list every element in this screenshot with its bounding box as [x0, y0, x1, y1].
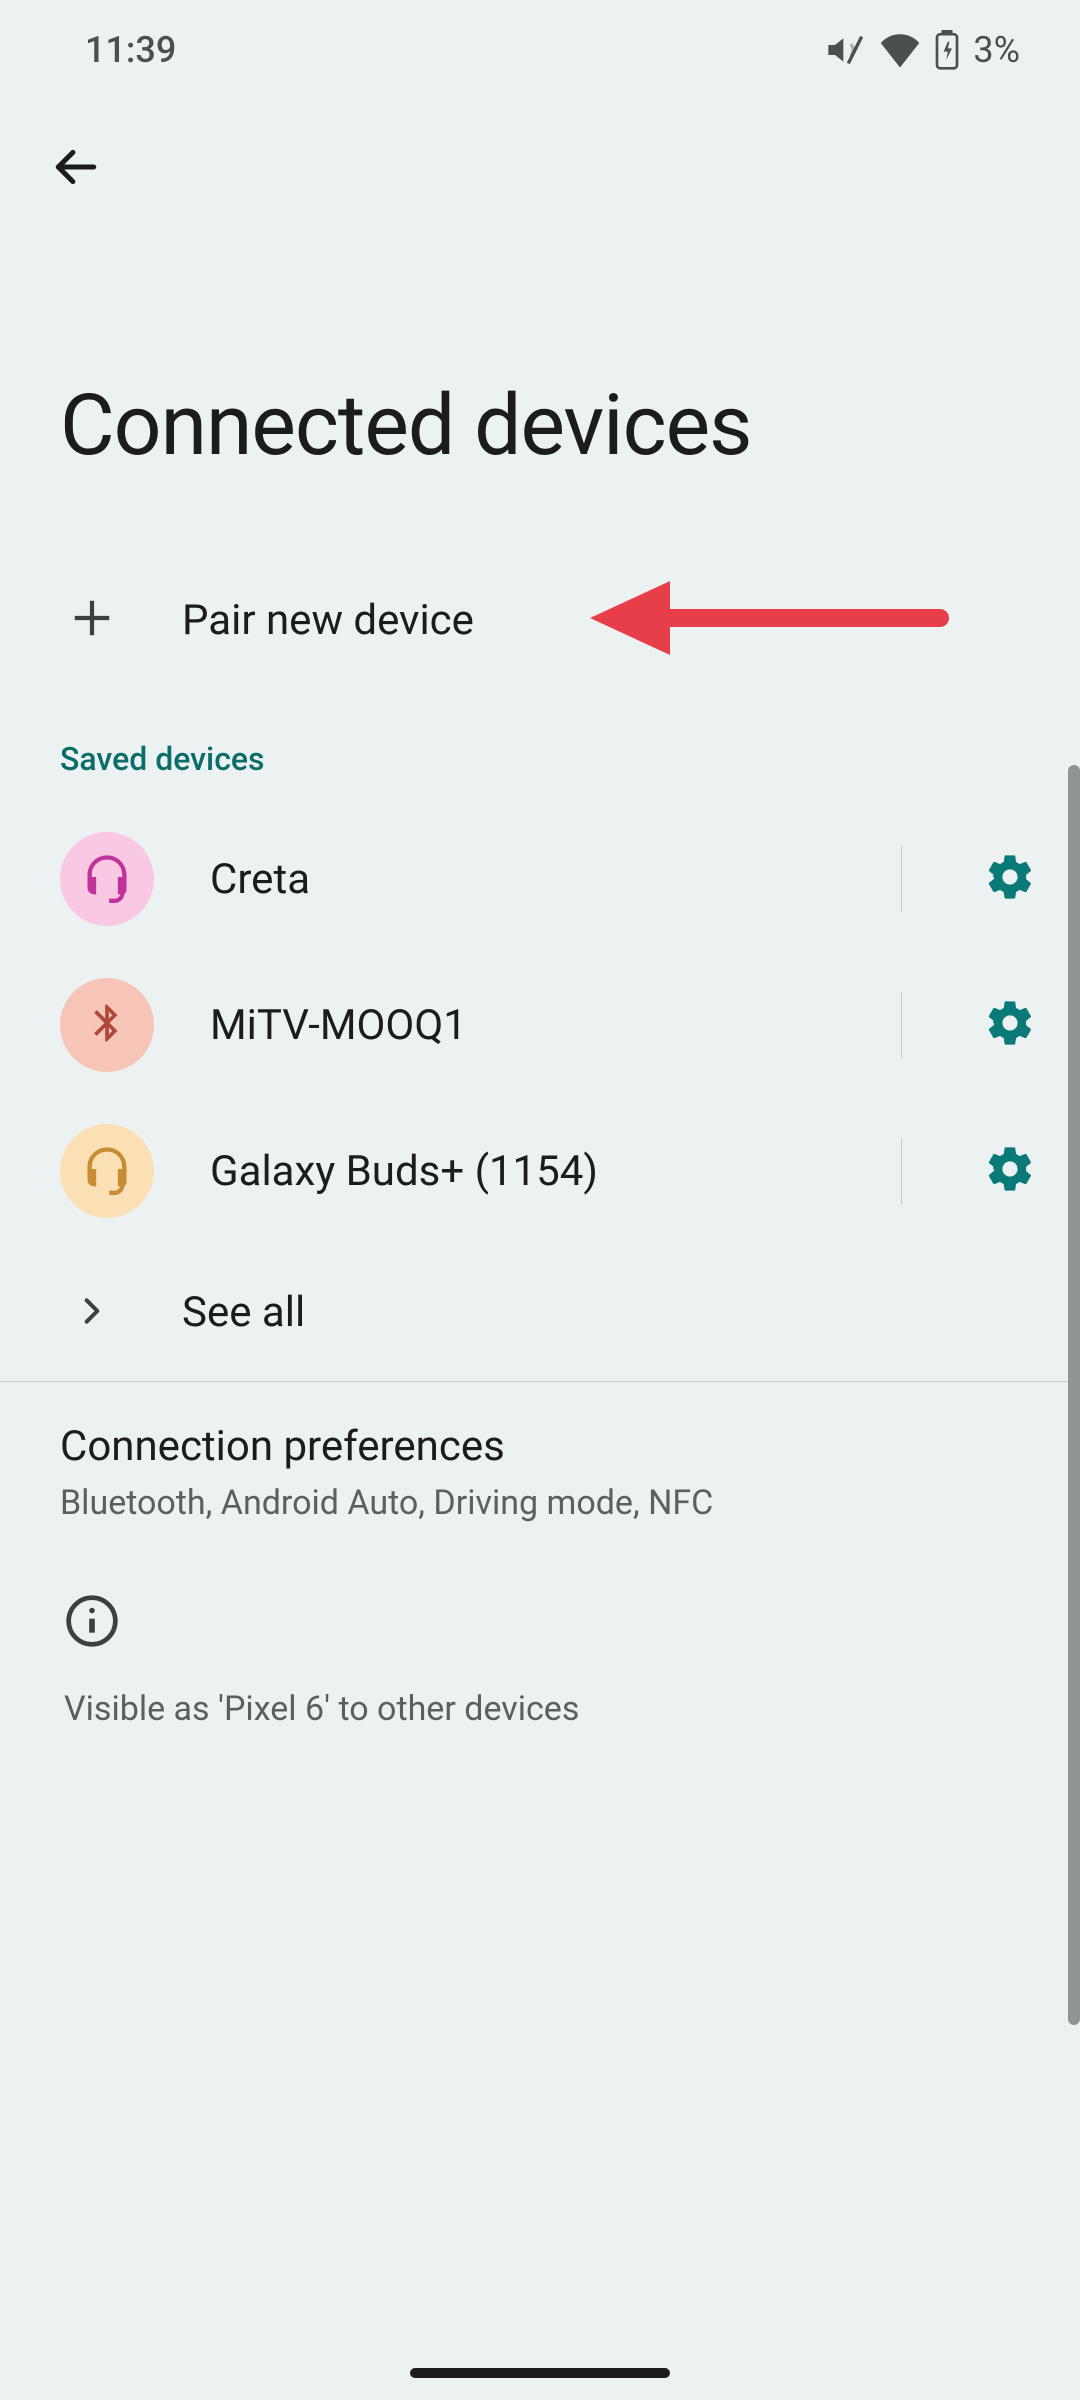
bluetooth-icon [85, 997, 129, 1053]
status-bar: 11:39 3% [0, 0, 1080, 100]
wifi-icon [879, 32, 921, 68]
status-icons-group: 3% [825, 29, 1020, 71]
headset-icon [81, 1143, 133, 1199]
gear-icon [984, 1143, 1036, 1199]
mute-icon [825, 30, 865, 70]
device-row-galaxy-buds[interactable]: Galaxy Buds+ (1154) [0, 1098, 1080, 1244]
divider [901, 992, 902, 1058]
back-button[interactable] [0, 100, 1080, 216]
divider [901, 1138, 902, 1204]
gear-icon [984, 851, 1036, 907]
device-settings-button[interactable] [980, 995, 1040, 1055]
gear-icon [984, 997, 1036, 1053]
connection-preferences-subtitle: Bluetooth, Android Auto, Driving mode, N… [60, 1483, 1020, 1523]
page-title: Connected devices [0, 216, 1080, 555]
device-name: Galaxy Buds+ (1154) [210, 1147, 845, 1196]
connection-preferences-row[interactable]: Connection preferences Bluetooth, Androi… [0, 1382, 1080, 1553]
device-row-creta[interactable]: Creta [0, 806, 1080, 952]
connection-preferences-title: Connection preferences [60, 1422, 1020, 1471]
battery-percent: 3% [973, 29, 1020, 71]
status-time: 11:39 [85, 29, 176, 71]
device-row-mitv[interactable]: MiTV-MOOQ1 [0, 952, 1080, 1098]
annotation-arrow-icon [590, 573, 950, 667]
device-settings-button[interactable] [980, 849, 1040, 909]
device-settings-button[interactable] [980, 1141, 1040, 1201]
info-icon [64, 1634, 120, 1653]
pair-new-device-row[interactable]: Pair new device [0, 555, 1080, 685]
see-all-row[interactable]: See all [0, 1244, 1080, 1381]
visibility-text: Visible as 'Pixel 6' to other devices [64, 1689, 1020, 1729]
scroll-indicator [1068, 765, 1080, 2025]
see-all-label: See all [182, 1288, 305, 1337]
saved-devices-header: Saved devices [0, 685, 1080, 806]
device-name: Creta [210, 855, 845, 904]
headset-icon [81, 851, 133, 907]
pair-new-device-label: Pair new device [182, 596, 474, 645]
arrow-left-icon [50, 177, 100, 196]
divider [901, 846, 902, 912]
navigation-handle[interactable] [410, 2368, 670, 2378]
device-name: MiTV-MOOQ1 [210, 1001, 845, 1050]
visibility-info: Visible as 'Pixel 6' to other devices [0, 1553, 1080, 1749]
plus-icon [69, 595, 115, 645]
battery-icon [935, 30, 959, 70]
chevron-right-icon [76, 1295, 108, 1331]
